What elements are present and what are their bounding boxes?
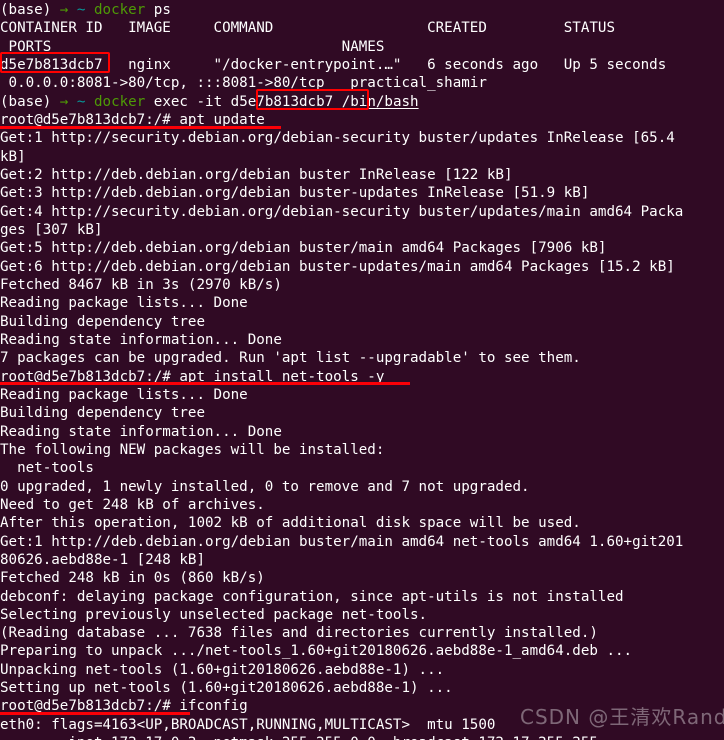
terminal-line: net-tools xyxy=(0,459,724,477)
terminal-line: (Reading database ... 7638 files and dir… xyxy=(0,624,724,642)
terminal-line: root@d5e7b813dcb7:/# apt update xyxy=(0,111,724,129)
terminal-line: 80626.aebd88e-1 [248 kB] xyxy=(0,551,724,569)
terminal-text-segment: inet 172.17.0.2 netmask 255.255.0.0 broa… xyxy=(0,735,598,740)
terminal-line: eth0: flags=4163<UP,BROADCAST,RUNNING,MU… xyxy=(0,716,724,734)
terminal-text-segment: Reading state information... Done xyxy=(0,331,282,348)
terminal-text-segment: Get:1 http://deb.debian.org/debian buste… xyxy=(0,533,684,550)
terminal-text-segment: debconf: delaying package configuration,… xyxy=(0,588,624,605)
terminal-text-segment: Setting up net-tools (1.60+git20180626.a… xyxy=(0,680,453,697)
terminal-text-segment: → xyxy=(59,2,77,18)
terminal-line: Need to get 248 kB of archives. xyxy=(0,496,724,514)
terminal-text-segment: ps xyxy=(153,2,171,18)
terminal-text-segment: root@d5e7b813dcb7:/# ifconfig xyxy=(0,698,248,715)
terminal-text-segment: Need to get 248 kB of archives. xyxy=(0,496,265,513)
terminal-text-segment: d5e7b813dcb7 nginx "/docker-entrypoint.…… xyxy=(0,56,667,73)
terminal-line: Unpacking net-tools (1.60+git20180626.ae… xyxy=(0,661,724,679)
terminal-line: Reading state information... Done xyxy=(0,423,724,441)
terminal-line: root@d5e7b813dcb7:/# apt install net-too… xyxy=(0,368,724,386)
terminal-text-segment: exec -it xyxy=(153,93,231,110)
terminal-text-segment: ~ xyxy=(76,93,94,110)
terminal-text-segment: Get:2 http://deb.debian.org/debian buste… xyxy=(0,166,513,183)
terminal-line: Get:2 http://deb.debian.org/debian buste… xyxy=(0,166,724,184)
terminal-line: After this operation, 1002 kB of additio… xyxy=(0,514,724,532)
terminal-text-segment: 0 upgraded, 1 newly installed, 0 to remo… xyxy=(0,478,530,495)
terminal-line: Get:5 http://deb.debian.org/debian buste… xyxy=(0,239,724,257)
terminal-text-segment: root@d5e7b813dcb7:/# apt install net-too… xyxy=(0,368,385,385)
terminal-text-segment: Unpacking net-tools (1.60+git20180626.ae… xyxy=(0,661,445,678)
terminal-text-segment: kB] xyxy=(0,148,26,165)
terminal-line: (base) → ~ docker ps xyxy=(0,1,724,19)
terminal-line: inet 172.17.0.2 netmask 255.255.0.0 broa… xyxy=(0,734,724,740)
terminal-line: Get:1 http://deb.debian.org/debian buste… xyxy=(0,533,724,551)
terminal-text-segment: 80626.aebd88e-1 [248 kB] xyxy=(0,551,205,568)
terminal-line: d5e7b813dcb7 nginx "/docker-entrypoint.…… xyxy=(0,56,724,74)
terminal-text-segment: Selecting previously unselected package … xyxy=(0,606,428,623)
terminal-text-segment: Reading package lists... Done xyxy=(0,386,248,403)
terminal-line: Reading state information... Done xyxy=(0,331,724,349)
terminal-text-segment: d5e7b813dcb7 xyxy=(230,93,342,110)
terminal-text-segment: ges [307 kB] xyxy=(0,221,103,238)
terminal-text-segment: Fetched 248 kB in 0s (860 kB/s) xyxy=(0,570,265,587)
terminal-text-segment: ~ xyxy=(76,2,94,18)
terminal-text-segment: Fetched 8467 kB in 3s (2970 kB/s) xyxy=(0,276,282,293)
terminal-text-segment: (base) xyxy=(0,2,60,18)
terminal-line: Building dependency tree xyxy=(0,313,724,331)
terminal-line: (base) → ~ docker exec -it d5e7b813dcb7 … xyxy=(0,93,724,111)
terminal-line: CONTAINER ID IMAGE COMMAND CREATED STATU… xyxy=(0,19,724,37)
terminal-window[interactable]: (base) → ~ docker ps CONTAINER ID IMAGE C… xyxy=(0,0,724,740)
terminal-text-segment: 0.0.0.0:8081->80/tcp, :::8081->80/tcp pr… xyxy=(0,75,487,92)
terminal-line: 7 packages can be upgraded. Run 'apt lis… xyxy=(0,349,724,367)
terminal-line: Get:1 http://security.debian.org/debian-… xyxy=(0,129,724,147)
terminal-text-segment: eth0: flags=4163<UP,BROADCAST,RUNNING,MU… xyxy=(0,716,496,733)
terminal-line: The following NEW packages will be insta… xyxy=(0,441,724,459)
terminal-line: Fetched 8467 kB in 3s (2970 kB/s) xyxy=(0,276,724,294)
terminal-text-segment: Get:4 http://security.debian.org/debian-… xyxy=(0,203,684,220)
terminal-text-segment: docker xyxy=(93,2,154,18)
terminal-line: Preparing to unpack .../net-tools_1.60+g… xyxy=(0,642,724,660)
terminal-line: Get:6 http://deb.debian.org/debian buste… xyxy=(0,258,724,276)
terminal-text-segment: Building dependency tree xyxy=(0,405,205,422)
terminal-text-segment: net-tools xyxy=(0,460,94,477)
terminal-text-segment: Get:6 http://deb.debian.org/debian buste… xyxy=(0,258,675,275)
terminal-text-segment: 7 packages can be upgraded. Run 'apt lis… xyxy=(0,350,581,367)
terminal-line: Setting up net-tools (1.60+git20180626.a… xyxy=(0,679,724,697)
terminal-text-segment: /bin/bash xyxy=(341,93,419,110)
terminal-line: Building dependency tree xyxy=(0,404,724,422)
terminal-text-segment: Get:1 http://security.debian.org/debian-… xyxy=(0,130,675,147)
terminal-line: Get:4 http://security.debian.org/debian-… xyxy=(0,203,724,221)
terminal-text-segment: (Reading database ... 7638 files and dir… xyxy=(0,625,598,642)
terminal-line: PORTS NAMES xyxy=(0,38,724,56)
terminal-line: Get:3 http://deb.debian.org/debian buste… xyxy=(0,184,724,202)
terminal-line: Reading package lists... Done xyxy=(0,386,724,404)
terminal-text-segment: Reading package lists... Done xyxy=(0,295,248,312)
terminal-text-segment: Get:5 http://deb.debian.org/debian buste… xyxy=(0,240,607,257)
terminal-text-segment: The following NEW packages will be insta… xyxy=(0,441,385,458)
terminal-text-segment: → xyxy=(59,93,77,110)
terminal-line: Fetched 248 kB in 0s (860 kB/s) xyxy=(0,569,724,587)
terminal-line: debconf: delaying package configuration,… xyxy=(0,588,724,606)
terminal-text-segment: (base) xyxy=(0,93,60,110)
terminal-line: 0 upgraded, 1 newly installed, 0 to remo… xyxy=(0,478,724,496)
terminal-text-segment: docker xyxy=(93,93,154,110)
terminal-output-area[interactable]: (base) → ~ docker ps CONTAINER ID IMAGE C… xyxy=(0,1,724,740)
terminal-text-segment: After this operation, 1002 kB of additio… xyxy=(0,515,581,532)
terminal-text-segment: CONTAINER ID IMAGE COMMAND CREATED STATU… xyxy=(0,20,615,37)
terminal-text-segment: Reading state information... Done xyxy=(0,423,282,440)
terminal-text-segment: Get:3 http://deb.debian.org/debian buste… xyxy=(0,185,590,202)
terminal-text-segment: Preparing to unpack .../net-tools_1.60+g… xyxy=(0,643,633,660)
terminal-line: ges [307 kB] xyxy=(0,221,724,239)
terminal-text-segment: root@d5e7b813dcb7:/# apt update xyxy=(0,111,265,128)
terminal-text-segment: PORTS NAMES xyxy=(0,38,385,55)
terminal-line: root@d5e7b813dcb7:/# ifconfig xyxy=(0,697,724,715)
terminal-line: Selecting previously unselected package … xyxy=(0,606,724,624)
terminal-line: 0.0.0.0:8081->80/tcp, :::8081->80/tcp pr… xyxy=(0,74,724,92)
terminal-line: kB] xyxy=(0,148,724,166)
terminal-text-segment: Building dependency tree xyxy=(0,313,205,330)
terminal-line: Reading package lists... Done xyxy=(0,294,724,312)
